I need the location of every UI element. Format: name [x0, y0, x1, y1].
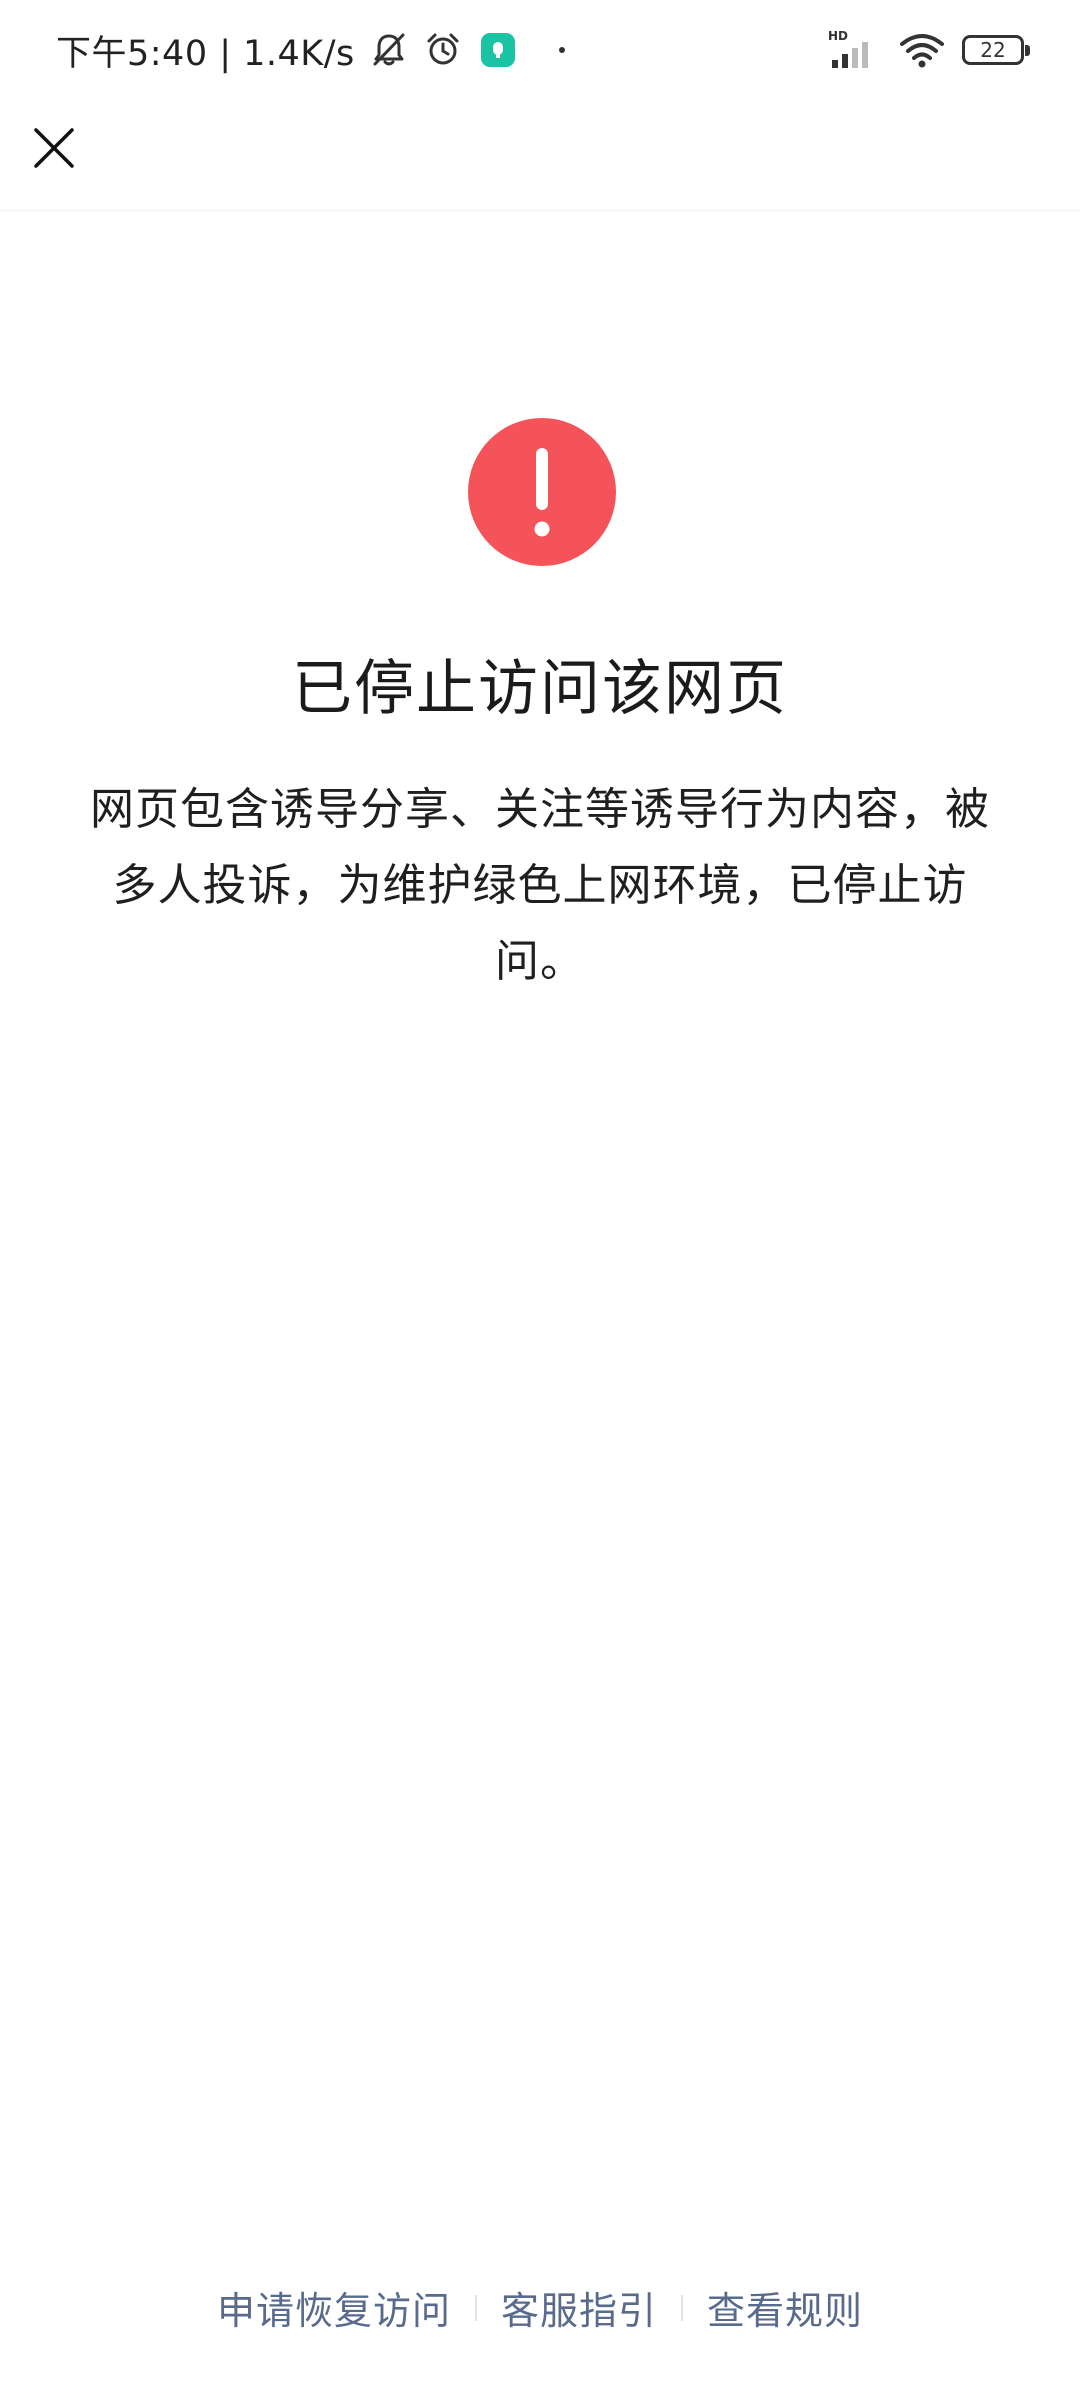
top-bar [0, 100, 1080, 211]
app-notification-icon [480, 33, 515, 67]
screen: 下午5:40 | 1.4K/s HD 22 已停止访问该网页 网页包含诱导分享、… [0, 0, 1080, 2400]
footer-links: 申请恢复访问 客服指引 查看规则 [0, 2280, 1080, 2335]
alarm-clock-icon [423, 30, 463, 70]
status-bar-left: 下午5:40 | 1.4K/s [56, 26, 565, 74]
status-bar-right: HD 22 [826, 26, 1030, 74]
battery-icon: 22 [962, 35, 1030, 65]
view-rules-link[interactable]: 查看规则 [701, 2280, 869, 2335]
footer-divider [474, 2294, 477, 2321]
status-time-speed: 下午5:40 | 1.4K/s [56, 33, 355, 74]
wifi-icon [898, 30, 946, 70]
cellular-signal-icon: HD [826, 28, 882, 72]
customer-service-guide-link[interactable]: 客服指引 [495, 2280, 663, 2335]
page-title: 已停止访问该网页 [292, 654, 788, 724]
network-type-label: HD [828, 29, 848, 43]
exclamation-circle-icon [468, 418, 616, 566]
close-icon [34, 128, 74, 168]
bell-muted-icon [369, 30, 409, 70]
request-restore-access-link[interactable]: 申请恢复访问 [211, 2280, 457, 2335]
battery-level: 22 [980, 38, 1006, 62]
close-button[interactable] [24, 118, 84, 178]
footer-divider [681, 2294, 683, 2321]
status-bar: 下午5:40 | 1.4K/s HD 22 [0, 0, 1080, 100]
blocked-message: 网页包含诱导分享、关注等诱导行为内容，被多人投诉，为维护绿色上网环境，已停止访问… [90, 784, 990, 987]
more-notifications-dot [558, 47, 565, 53]
